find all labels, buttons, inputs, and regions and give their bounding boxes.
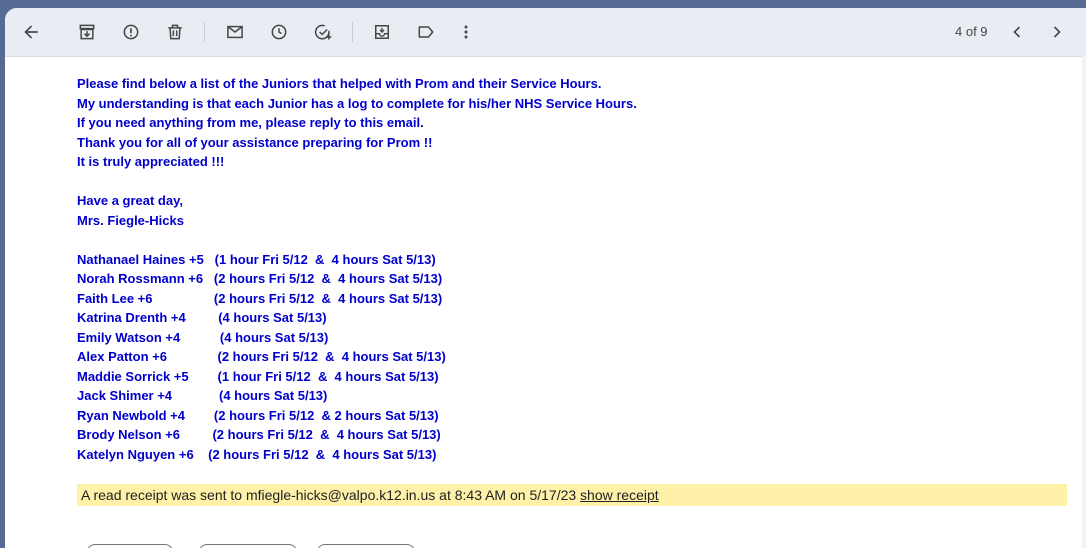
student-hours-line: Alex Patton +6 (2 hours Fri 5/12 & 4 hou… xyxy=(77,349,446,364)
student-hours-line: Norah Rossmann +6 (2 hours Fri 5/12 & 4 … xyxy=(77,271,443,286)
signature: Mrs. Fiegle-Hicks xyxy=(77,212,184,228)
student-hours-line: Katrina Drenth +4 (4 hours Sat 5/13) xyxy=(77,310,327,325)
chevron-left-icon xyxy=(1013,26,1021,38)
message-body: Please find below a list of the Juniors … xyxy=(77,74,1057,464)
labels-button[interactable] xyxy=(410,16,442,48)
report-spam-icon xyxy=(123,24,139,40)
delete-button[interactable] xyxy=(159,16,191,48)
clock-icon xyxy=(271,24,287,40)
chevron-right-icon xyxy=(1053,26,1061,38)
archive-button[interactable] xyxy=(71,16,103,48)
mail-icon xyxy=(227,25,243,39)
show-receipt-link[interactable]: show receipt xyxy=(580,487,659,503)
student-hours-line: Ryan Newbold +4 (2 hours Fri 5/12 & 2 ho… xyxy=(77,407,439,423)
report-spam-button[interactable] xyxy=(115,16,147,48)
message-line: My understanding is that each Junior has… xyxy=(77,95,637,111)
read-receipt-text: A read receipt was sent to mfiegle-hicks… xyxy=(81,487,581,503)
snooze-button[interactable] xyxy=(263,16,295,48)
toolbar: 4 of 9 xyxy=(5,8,1086,57)
older-button[interactable] xyxy=(1041,16,1073,48)
label-icon xyxy=(418,26,434,38)
read-receipt-banner: A read receipt was sent to mfiegle-hicks… xyxy=(77,484,1067,506)
add-to-tasks-button[interactable] xyxy=(307,16,339,48)
more-vert-icon xyxy=(464,25,468,39)
message-line: If you need anything from me, please rep… xyxy=(77,115,424,130)
arrow-left-icon xyxy=(24,25,38,39)
scrollbar[interactable] xyxy=(1082,56,1086,548)
task-add-icon xyxy=(314,24,332,40)
student-hours-line: Maddie Sorrick +5 (1 hour Fri 5/12 & 4 h… xyxy=(77,368,439,384)
archive-icon xyxy=(79,24,95,40)
student-hours-line: Brody Nelson +6 (2 hours Fri 5/12 & 4 ho… xyxy=(77,427,441,442)
toolbar-separator xyxy=(204,22,205,42)
newer-button[interactable] xyxy=(1001,16,1033,48)
forward-button[interactable] xyxy=(317,544,415,548)
student-hours-line: Katelyn Nguyen +6 (2 hours Fri 5/12 & 4 … xyxy=(77,446,437,462)
student-hours-line: Faith Lee +6 (2 hours Fri 5/12 & 4 hours… xyxy=(77,290,443,306)
reply-all-button[interactable] xyxy=(199,544,297,548)
back-button[interactable] xyxy=(15,16,47,48)
student-hours-line: Nathanael Haines +5 (1 hour Fri 5/12 & 4… xyxy=(77,251,436,267)
reply-button[interactable] xyxy=(87,544,173,548)
message-line: Have a great day, xyxy=(77,193,183,208)
trash-icon xyxy=(168,24,182,40)
student-hours-line: Emily Watson +4 (4 hours Sat 5/13) xyxy=(77,329,329,345)
move-to-button[interactable] xyxy=(366,16,398,48)
mark-unread-button[interactable] xyxy=(219,16,251,48)
pagination-label: 4 of 9 xyxy=(955,24,988,39)
move-to-inbox-icon xyxy=(375,25,389,39)
message-line: Please find below a list of the Juniors … xyxy=(77,76,602,91)
message-line: It is truly appreciated !!! xyxy=(77,154,225,169)
email-window: 4 of 9 Please find below a list of the J… xyxy=(5,8,1086,548)
message-line: Thank you for all of your assistance pre… xyxy=(77,134,433,150)
student-hours-line: Jack Shimer +4 (4 hours Sat 5/13) xyxy=(77,388,328,403)
more-options-button[interactable] xyxy=(450,16,482,48)
toolbar-separator xyxy=(352,22,353,42)
